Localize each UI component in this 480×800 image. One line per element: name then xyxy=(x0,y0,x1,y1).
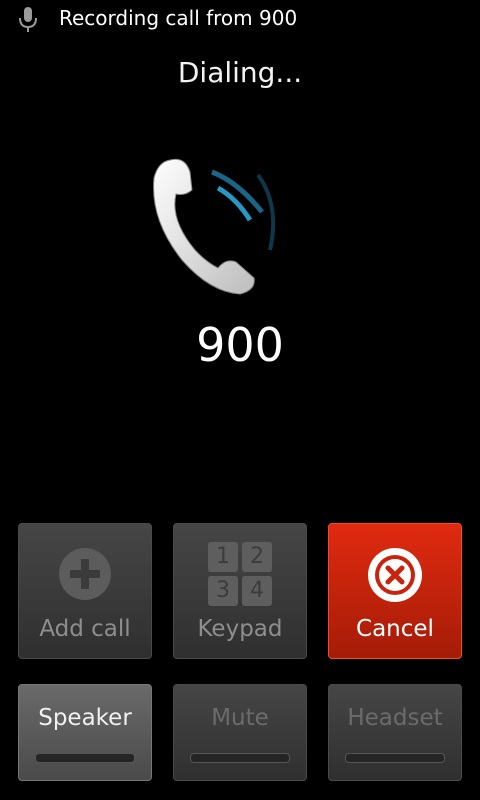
speaker-indicator xyxy=(35,753,135,763)
headset-toggle[interactable]: Headset xyxy=(328,684,462,781)
call-state: Dialing... xyxy=(177,56,303,89)
cancel-label: Cancel xyxy=(356,616,434,642)
dialed-number: 900 xyxy=(196,318,284,372)
add-icon xyxy=(59,548,111,600)
keypad-digit: 3 xyxy=(208,576,238,606)
add-call-button[interactable]: Add call xyxy=(18,523,152,659)
status-bar: Recording call from 900 xyxy=(0,0,480,38)
cancel-x-icon xyxy=(368,548,422,602)
notification-text: Recording call from 900 xyxy=(59,6,298,30)
headset-label: Headset xyxy=(347,705,443,731)
mute-label: Mute xyxy=(211,705,269,731)
keypad-digit: 1 xyxy=(208,542,238,572)
speaker-toggle[interactable]: Speaker xyxy=(18,684,152,781)
add-call-label: Add call xyxy=(39,616,131,642)
keypad-icon: 1 2 3 4 xyxy=(208,542,272,606)
mute-indicator xyxy=(190,753,290,763)
keypad-digit: 4 xyxy=(242,576,272,606)
mute-toggle[interactable]: Mute xyxy=(173,684,307,781)
keypad-button[interactable]: 1 2 3 4 Keypad xyxy=(173,523,307,659)
phone-handset-icon xyxy=(153,158,276,295)
microphone-icon xyxy=(19,7,37,32)
keypad-digit: 2 xyxy=(242,542,272,572)
headset-indicator xyxy=(345,753,445,763)
cancel-button[interactable]: Cancel xyxy=(328,523,462,659)
speaker-label: Speaker xyxy=(38,705,132,731)
keypad-label: Keypad xyxy=(197,616,283,642)
